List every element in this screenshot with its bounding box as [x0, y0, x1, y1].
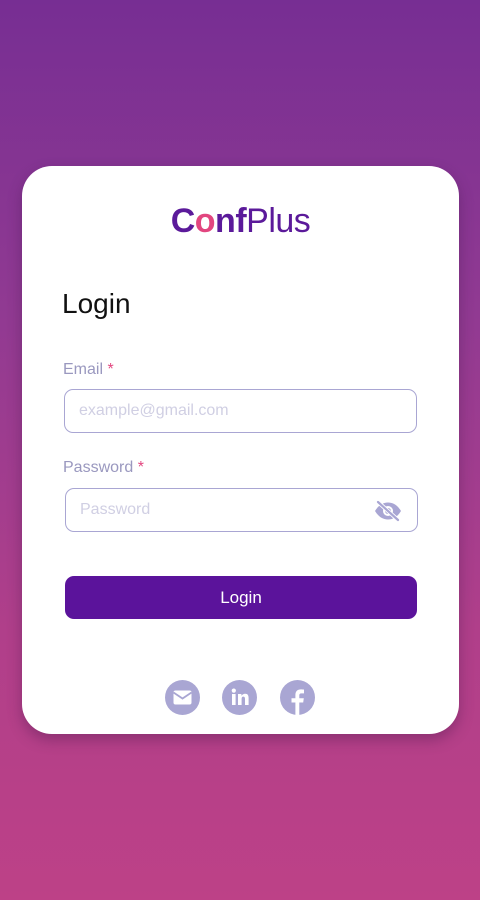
email-required-mark: * [107, 361, 114, 378]
password-label: Password * [63, 458, 144, 478]
logo-letter-o: o [194, 202, 216, 240]
logo-letters-nf: nf [215, 202, 247, 240]
logo-word-plus: Plus [246, 202, 311, 240]
email-field[interactable] [65, 390, 359, 432]
login-card: ConfPlus Login Email * Password * Login [22, 166, 459, 734]
email-field-wrapper [64, 389, 417, 433]
password-field[interactable] [66, 489, 360, 531]
facebook-social-button[interactable] [280, 680, 315, 715]
facebook-icon [291, 689, 304, 715]
email-label-text: Email [63, 361, 104, 378]
linkedin-social-button[interactable] [222, 680, 257, 715]
logo-letter-c: C [170, 202, 196, 240]
password-label-text: Password [63, 459, 134, 476]
eye-slash-icon[interactable] [373, 500, 403, 522]
linkedin-icon [231, 688, 249, 705]
page-title: Login [62, 288, 131, 319]
social-links [22, 680, 459, 716]
password-field-wrapper [65, 488, 418, 532]
email-social-button[interactable] [165, 680, 200, 715]
password-required-mark: * [137, 459, 144, 476]
confplus-logo: ConfPlus [22, 202, 459, 240]
envelope-icon [173, 690, 192, 705]
email-label: Email * [63, 360, 114, 380]
login-button[interactable]: Login [65, 576, 417, 619]
